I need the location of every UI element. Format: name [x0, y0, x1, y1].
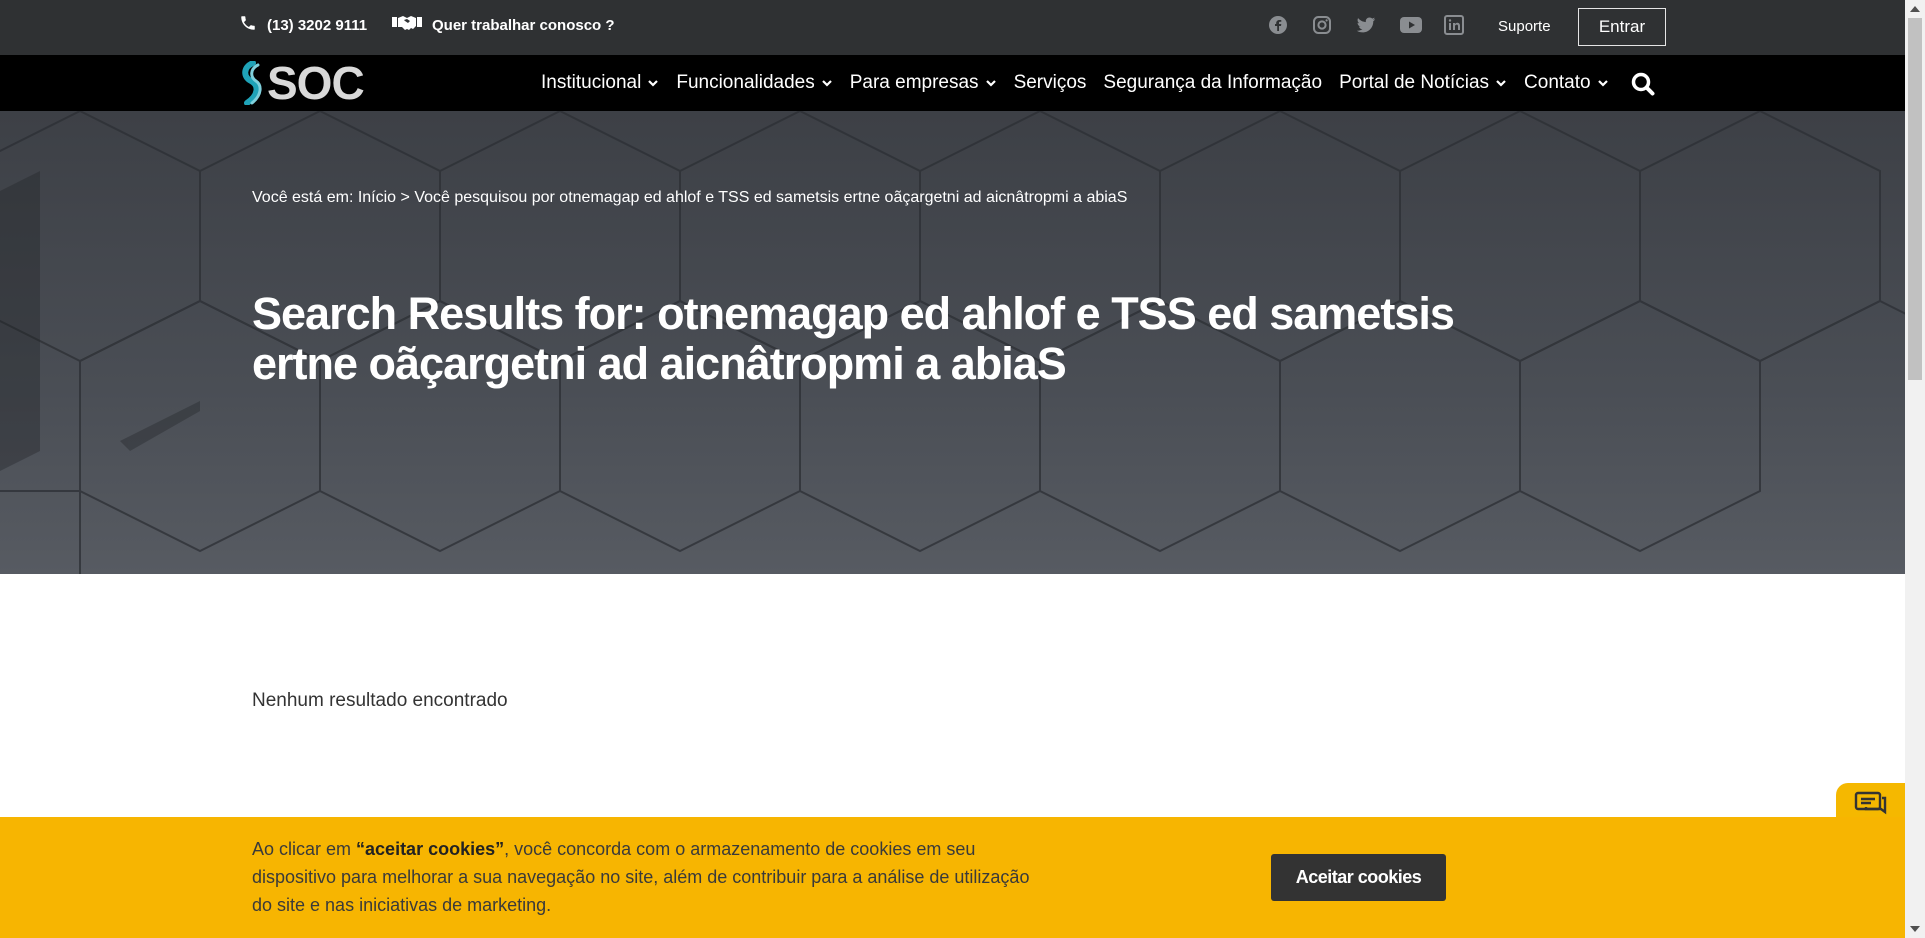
cookie-text-before: Ao clicar em [252, 839, 357, 859]
chevron-down-icon [1496, 80, 1506, 87]
cookie-banner: Ao clicar em “aceitar cookies”, você con… [0, 817, 1905, 938]
nav-item-label: Para empresas [849, 72, 979, 93]
nav-item-label: Funcionalidades [676, 72, 815, 93]
scroll-up-arrow-icon[interactable] [1910, 6, 1920, 12]
soc-logo-mark [242, 61, 262, 105]
work-with-us-link[interactable]: Quer trabalhar conosco ? [392, 14, 615, 36]
facebook-icon[interactable] [1268, 15, 1288, 35]
nav-item-portal-noticias[interactable]: Portal de Notícias [1339, 72, 1507, 94]
login-button[interactable]: Entrar [1578, 8, 1666, 46]
main-navbar: SOC Institucional Funcionalidades Para e… [0, 55, 1905, 111]
nav-item-label: Serviços [1013, 72, 1087, 93]
search-icon[interactable] [1630, 71, 1656, 97]
cookie-text-bold: “aceitar cookies” [356, 839, 505, 859]
nav-item-label: Contato [1524, 72, 1591, 93]
nav-item-label: Portal de Notícias [1339, 72, 1490, 93]
nav-item-servicos[interactable]: Serviços [1014, 72, 1087, 94]
nav-item-para-empresas[interactable]: Para empresas [850, 72, 997, 94]
main-menu: Institucional Funcionalidades Para empre… [541, 55, 1626, 111]
page-title: Search Results for: otnemagap ed ahlof e… [252, 288, 1455, 389]
chevron-down-icon [985, 80, 996, 87]
chevron-down-icon [648, 80, 659, 87]
logo-text: SOC [267, 57, 365, 109]
support-link[interactable]: Suporte [1498, 18, 1551, 35]
nav-item-seguranca[interactable]: Segurança da Informação [1103, 72, 1322, 94]
search-hero-banner: Você está em: Início > Você pesquisou po… [0, 111, 1905, 574]
page-scrollbar[interactable] [1905, 0, 1925, 938]
youtube-icon[interactable] [1400, 15, 1422, 35]
instagram-icon[interactable] [1312, 15, 1332, 35]
cookie-message: Ao clicar em “aceitar cookies”, você con… [252, 835, 1032, 919]
scrollbar-thumb[interactable] [1908, 18, 1922, 380]
soc-logo[interactable]: SOC [239, 57, 365, 109]
nav-item-label: Segurança da Informação [1103, 72, 1323, 93]
handshake-icon [392, 14, 422, 36]
linkedin-icon[interactable] [1444, 15, 1464, 35]
no-results-message: Nenhum resultado encontrado [252, 690, 508, 711]
accept-cookies-button[interactable]: Aceitar cookies [1271, 854, 1446, 901]
scroll-down-arrow-icon[interactable] [1910, 926, 1920, 932]
breadcrumb: Você está em: Início > Você pesquisou po… [252, 189, 1128, 206]
phone-number: (13) 3202 9111 [267, 16, 368, 34]
chevron-down-icon [1597, 80, 1608, 87]
top-utility-bar: (13) 3202 9111 Quer trabalhar conosco ? … [0, 0, 1905, 55]
nav-item-contato[interactable]: Contato [1524, 72, 1609, 94]
nav-item-label: Institucional [541, 72, 642, 93]
social-links [1268, 15, 1464, 35]
nav-item-funcionalidades[interactable]: Funcionalidades [676, 72, 832, 94]
chevron-down-icon [821, 80, 832, 87]
phone-contact[interactable]: (13) 3202 9111 [239, 14, 367, 36]
phone-icon [239, 14, 257, 36]
twitter-icon[interactable] [1356, 15, 1376, 35]
nav-item-institucional[interactable]: Institucional [541, 72, 659, 94]
work-with-us-label: Quer trabalhar conosco ? [432, 16, 615, 34]
